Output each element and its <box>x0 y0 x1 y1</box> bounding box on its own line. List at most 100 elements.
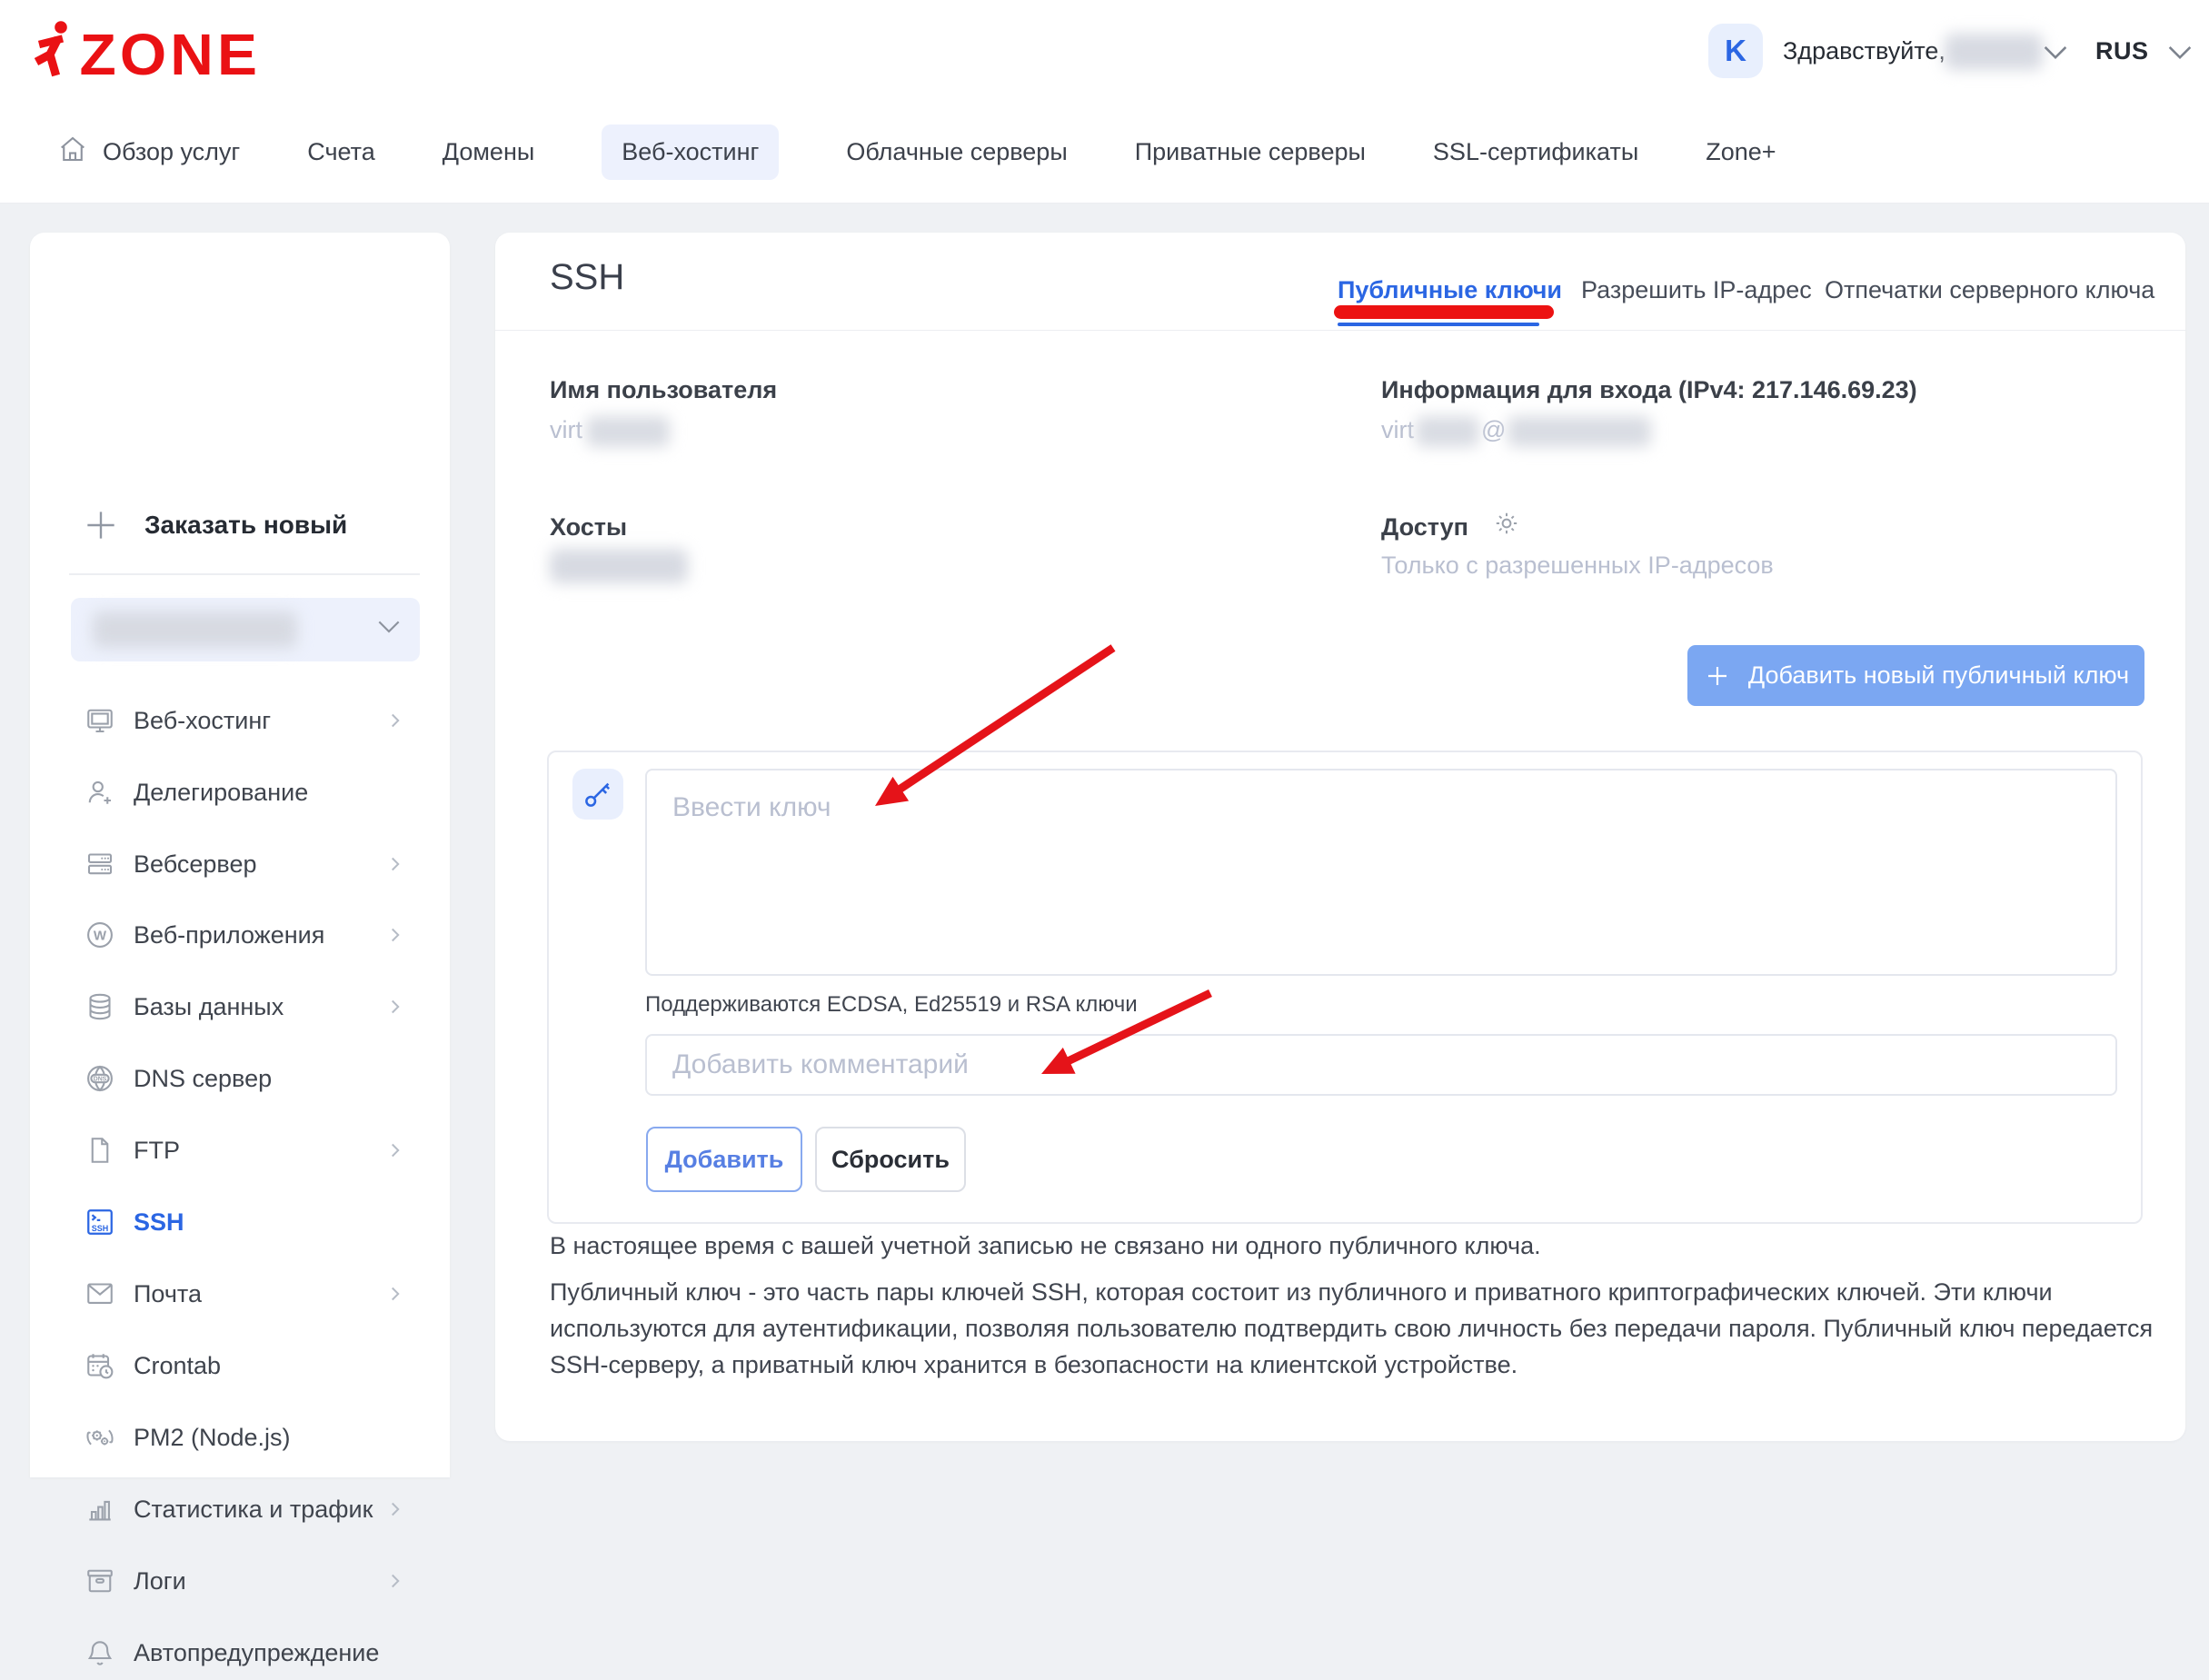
gear-icon[interactable] <box>1491 508 1522 543</box>
home-icon <box>56 133 89 172</box>
nav-item-overview[interactable]: Обзор услуг <box>56 133 240 172</box>
sidebar-item-webserver[interactable]: Вебсервер <box>84 837 433 891</box>
avatar[interactable]: K <box>1708 24 1763 78</box>
chevron-right-icon <box>383 995 407 1023</box>
sidebar-item-ssh[interactable]: SSH SSH <box>84 1195 433 1249</box>
tab-server-fingerprints[interactable]: Отпечатки серверного ключа <box>1825 276 2154 304</box>
nav-label: Веб-хостинг <box>622 138 759 166</box>
mail-icon <box>84 1277 116 1310</box>
chevron-right-icon <box>383 1138 407 1167</box>
monitor-icon <box>84 704 116 737</box>
language-selector[interactable]: RUS <box>2095 37 2149 65</box>
sidebar-item-delegation[interactable]: Делегирование <box>84 765 433 820</box>
sidebar-divider <box>69 573 420 575</box>
bar-chart-icon <box>84 1493 116 1526</box>
sidebar-item-autowarning[interactable]: Автопредупреждение <box>84 1625 433 1680</box>
sidebar-item-webapps[interactable]: W Веб-приложения <box>84 908 433 962</box>
nav-label: Zone+ <box>1706 138 1776 166</box>
sidebar-item-mail[interactable]: Почта <box>84 1267 433 1321</box>
sidebar-item-ftp[interactable]: FTP <box>84 1123 433 1178</box>
nav-label: Обзор услуг <box>103 138 240 166</box>
user-menu-chevron-down-icon[interactable] <box>2040 42 2071 70</box>
sidebar-item-statistics[interactable]: Статистика и трафик <box>84 1482 433 1536</box>
calendar-clock-icon <box>84 1349 116 1382</box>
key-comment-input[interactable] <box>645 1034 2117 1096</box>
nav-label: Домены <box>443 138 535 166</box>
empty-state-text: В настоящее время с вашей учетной запись… <box>550 1232 1541 1260</box>
sidebar-item-label: PM2 (Node.js) <box>134 1424 291 1452</box>
chevron-right-icon <box>383 852 407 880</box>
sidebar-item-label: Статистика и трафик <box>134 1496 373 1524</box>
service-selector-dropdown[interactable] <box>71 598 420 661</box>
nav-item-private-servers[interactable]: Приватные серверы <box>1135 138 1366 166</box>
running-person-icon <box>36 21 67 75</box>
reset-key-button[interactable]: Сбросить <box>815 1127 966 1192</box>
tab-public-keys[interactable]: Публичные ключи <box>1338 276 1562 304</box>
sidebar-item-label: Вебсервер <box>134 850 257 879</box>
svg-text:SSH: SSH <box>92 1224 109 1233</box>
nav-item-zone-plus[interactable]: Zone+ <box>1706 138 1776 166</box>
login-info-value: virt@ <box>1381 416 1651 447</box>
file-icon <box>84 1134 116 1167</box>
key-help-text: Поддерживаются ECDSA, Ed25519 и RSA ключ… <box>645 992 1138 1018</box>
public-key-description: Публичный ключ - это часть пары ключей S… <box>550 1274 2156 1383</box>
username-value: virt <box>550 416 670 447</box>
nav-label: Облачные серверы <box>846 138 1067 166</box>
sidebar-item-pm2[interactable]: PM2 (Node.js) <box>84 1410 433 1465</box>
plus-icon <box>1703 661 1732 691</box>
chevron-right-icon <box>383 923 407 951</box>
nav-item-cloud-servers[interactable]: Облачные серверы <box>846 138 1067 166</box>
sidebar-item-label: Crontab <box>134 1352 221 1380</box>
nav-label: SSL-сертификаты <box>1433 138 1638 166</box>
user-name-redacted <box>1945 34 2043 70</box>
page-title: SSH <box>550 257 624 298</box>
sidebar: Заказать новый Веб-хостинг Делегирование… <box>30 233 450 1477</box>
dns-globe-icon: DNS <box>84 1062 116 1095</box>
hosts-label: Хосты <box>550 513 627 542</box>
zone-logo[interactable]: ZONE <box>33 18 269 92</box>
sidebar-item-label: Автопредупреждение <box>134 1639 379 1667</box>
sidebar-item-logs[interactable]: Логи <box>84 1554 433 1608</box>
nav-item-bills[interactable]: Счета <box>307 138 374 166</box>
chevron-right-icon <box>383 709 407 737</box>
sidebar-item-label: DNS сервер <box>134 1065 272 1093</box>
nav-item-ssl[interactable]: SSL-сертификаты <box>1433 138 1638 166</box>
sidebar-item-webhosting[interactable]: Веб-хостинг <box>84 693 433 748</box>
tab-allow-ip[interactable]: Разрешить IP-адрес <box>1581 276 1812 304</box>
server-icon <box>84 848 116 880</box>
nav-label: Приватные серверы <box>1135 138 1366 166</box>
wordpress-icon: W <box>84 919 116 951</box>
sidebar-item-databases[interactable]: Базы данных <box>84 979 433 1034</box>
submit-key-button[interactable]: Добавить <box>646 1127 802 1192</box>
sidebar-item-dns[interactable]: DNS DNS сервер <box>84 1051 433 1106</box>
header-divider <box>495 330 2185 331</box>
bell-icon <box>84 1636 116 1669</box>
hosts-value-redacted <box>550 549 688 583</box>
chevron-right-icon <box>383 1497 407 1526</box>
language-chevron-down-icon[interactable] <box>2164 42 2195 70</box>
greeting-text: Здравствуйте, <box>1783 37 1945 65</box>
redacted-text <box>1507 416 1651 447</box>
sidebar-item-label: FTP <box>134 1137 180 1165</box>
user-plus-icon <box>84 776 116 809</box>
key-icon <box>582 778 614 810</box>
order-new-button[interactable]: Заказать новый <box>81 505 347 545</box>
archive-icon <box>84 1565 116 1597</box>
order-new-label: Заказать новый <box>144 511 347 540</box>
nav-item-domains[interactable]: Домены <box>443 138 535 166</box>
nav-item-webhosting[interactable]: Веб-хостинг <box>602 124 779 180</box>
main-nav: Обзор услуг Счета Домены Веб-хостинг Обл… <box>0 102 2209 204</box>
username-label: Имя пользователя <box>550 376 777 404</box>
login-info-label: Информация для входа (IPv4: 217.146.69.2… <box>1381 376 1917 404</box>
access-label: Доступ <box>1381 513 1468 542</box>
ssh-key-input[interactable] <box>645 769 2117 976</box>
sidebar-item-crontab[interactable]: Crontab <box>84 1338 433 1393</box>
redacted-text <box>1416 416 1479 447</box>
sidebar-item-label: Делегирование <box>134 779 308 807</box>
active-tab-underline <box>1338 323 1539 326</box>
add-public-key-button[interactable]: Добавить новый публичный ключ <box>1687 645 2144 706</box>
key-icon-tile <box>572 769 623 820</box>
sidebar-item-label: Веб-приложения <box>134 921 324 949</box>
plus-icon <box>81 505 121 545</box>
svg-text:W: W <box>94 928 107 943</box>
